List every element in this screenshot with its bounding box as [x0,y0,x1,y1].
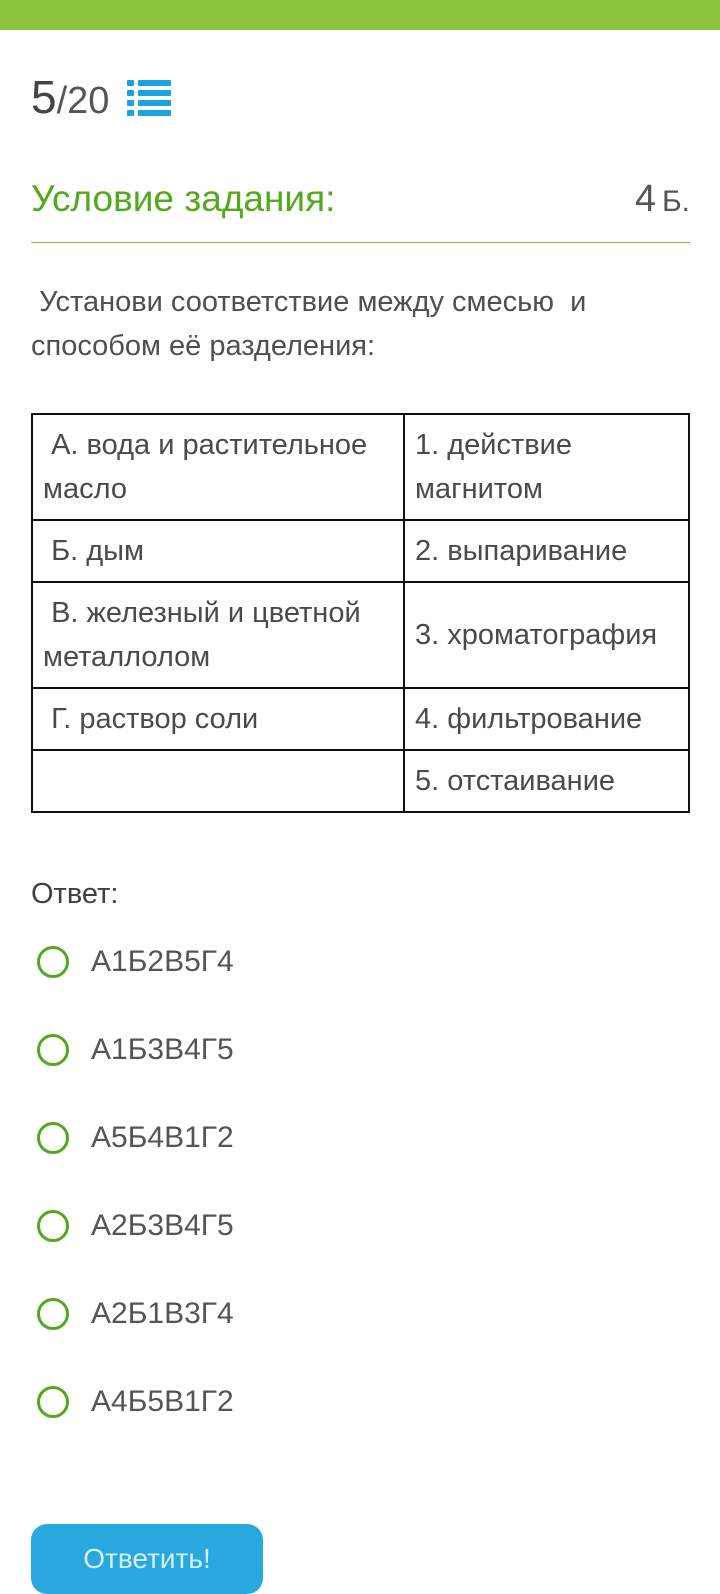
mixture-cell: Б. дым [31,519,405,583]
question-text: Установи соответствие между смесью и спо… [31,286,595,362]
points-unit: Б. [661,185,690,218]
matching-table: А. вода и растительное масло 1. действие … [31,413,690,813]
method-cell: 3. хроматография [403,581,690,689]
table-row: 5. отстаивание [31,749,690,813]
radio-button[interactable] [37,1298,69,1330]
points-value: 4 [634,178,656,220]
mixture-cell: В. железный и цветной металлолом [31,581,405,689]
option-label: А2Б3В4Г5 [91,1209,234,1242]
answer-option[interactable]: А5Б4В1Г2 [37,1116,637,1160]
answer-option[interactable]: А4Б5В1Г2 [37,1380,637,1424]
method-cell: 1. действие магнитом [403,413,690,521]
mixture-cell: А. вода и растительное масло [31,413,405,521]
radio-button[interactable] [37,946,69,978]
condition-title: Условие задания: [31,178,336,219]
progress-header: 5/20 [31,70,172,124]
radio-button[interactable] [37,1034,69,1066]
method-cell: 4. фильтрование [403,687,690,751]
total-questions: 20 [67,80,110,122]
option-label: А2Б1В3Г4 [91,1297,234,1330]
condition-header: Условие задания: 4 Б. [31,178,690,221]
question-counter: 5/20 [31,70,109,124]
radio-button[interactable] [37,1210,69,1242]
radio-button[interactable] [37,1386,69,1418]
option-label: А1Б3В4Г5 [91,1033,234,1066]
mixture-cell [31,749,405,813]
submit-button[interactable]: Ответить! [31,1524,263,1594]
table-row: А. вода и растительное масло 1. действие … [31,413,690,521]
option-label: А4Б5В1Г2 [91,1385,234,1418]
table-row: Б. дым 2. выпаривание [31,519,690,583]
answer-label: Ответ: [31,878,119,910]
answer-option[interactable]: А2Б1В3Г4 [37,1292,637,1336]
divider [31,242,690,243]
answer-option[interactable]: А1Б2В5Г4 [37,940,637,984]
list-icon[interactable] [127,77,172,117]
top-accent-bar [0,0,720,30]
radio-button[interactable] [37,1122,69,1154]
answer-option[interactable]: А1Б3В4Г5 [37,1028,637,1072]
counter-separator: / [56,80,68,122]
method-cell: 2. выпаривание [403,519,690,583]
table-row: В. железный и цветной металлолом 3. хрома… [31,581,690,689]
option-label: А5Б4В1Г2 [91,1121,234,1154]
option-label: А1Б2В5Г4 [91,945,234,978]
answer-options: А1Б2В5Г4 А1Б3В4Г5 А5Б4В1Г2 А2Б3В4Г5 А2Б1В3Г4… [37,940,637,1468]
current-question-number: 5 [31,71,57,123]
table-row: Г. раствор соли 4. фильтрование [31,687,690,751]
method-cell: 5. отстаивание [403,749,690,813]
mixture-cell: Г. раствор соли [31,687,405,751]
answer-option[interactable]: А2Б3В4Г5 [37,1204,637,1248]
points-badge: 4 Б. [635,178,690,221]
